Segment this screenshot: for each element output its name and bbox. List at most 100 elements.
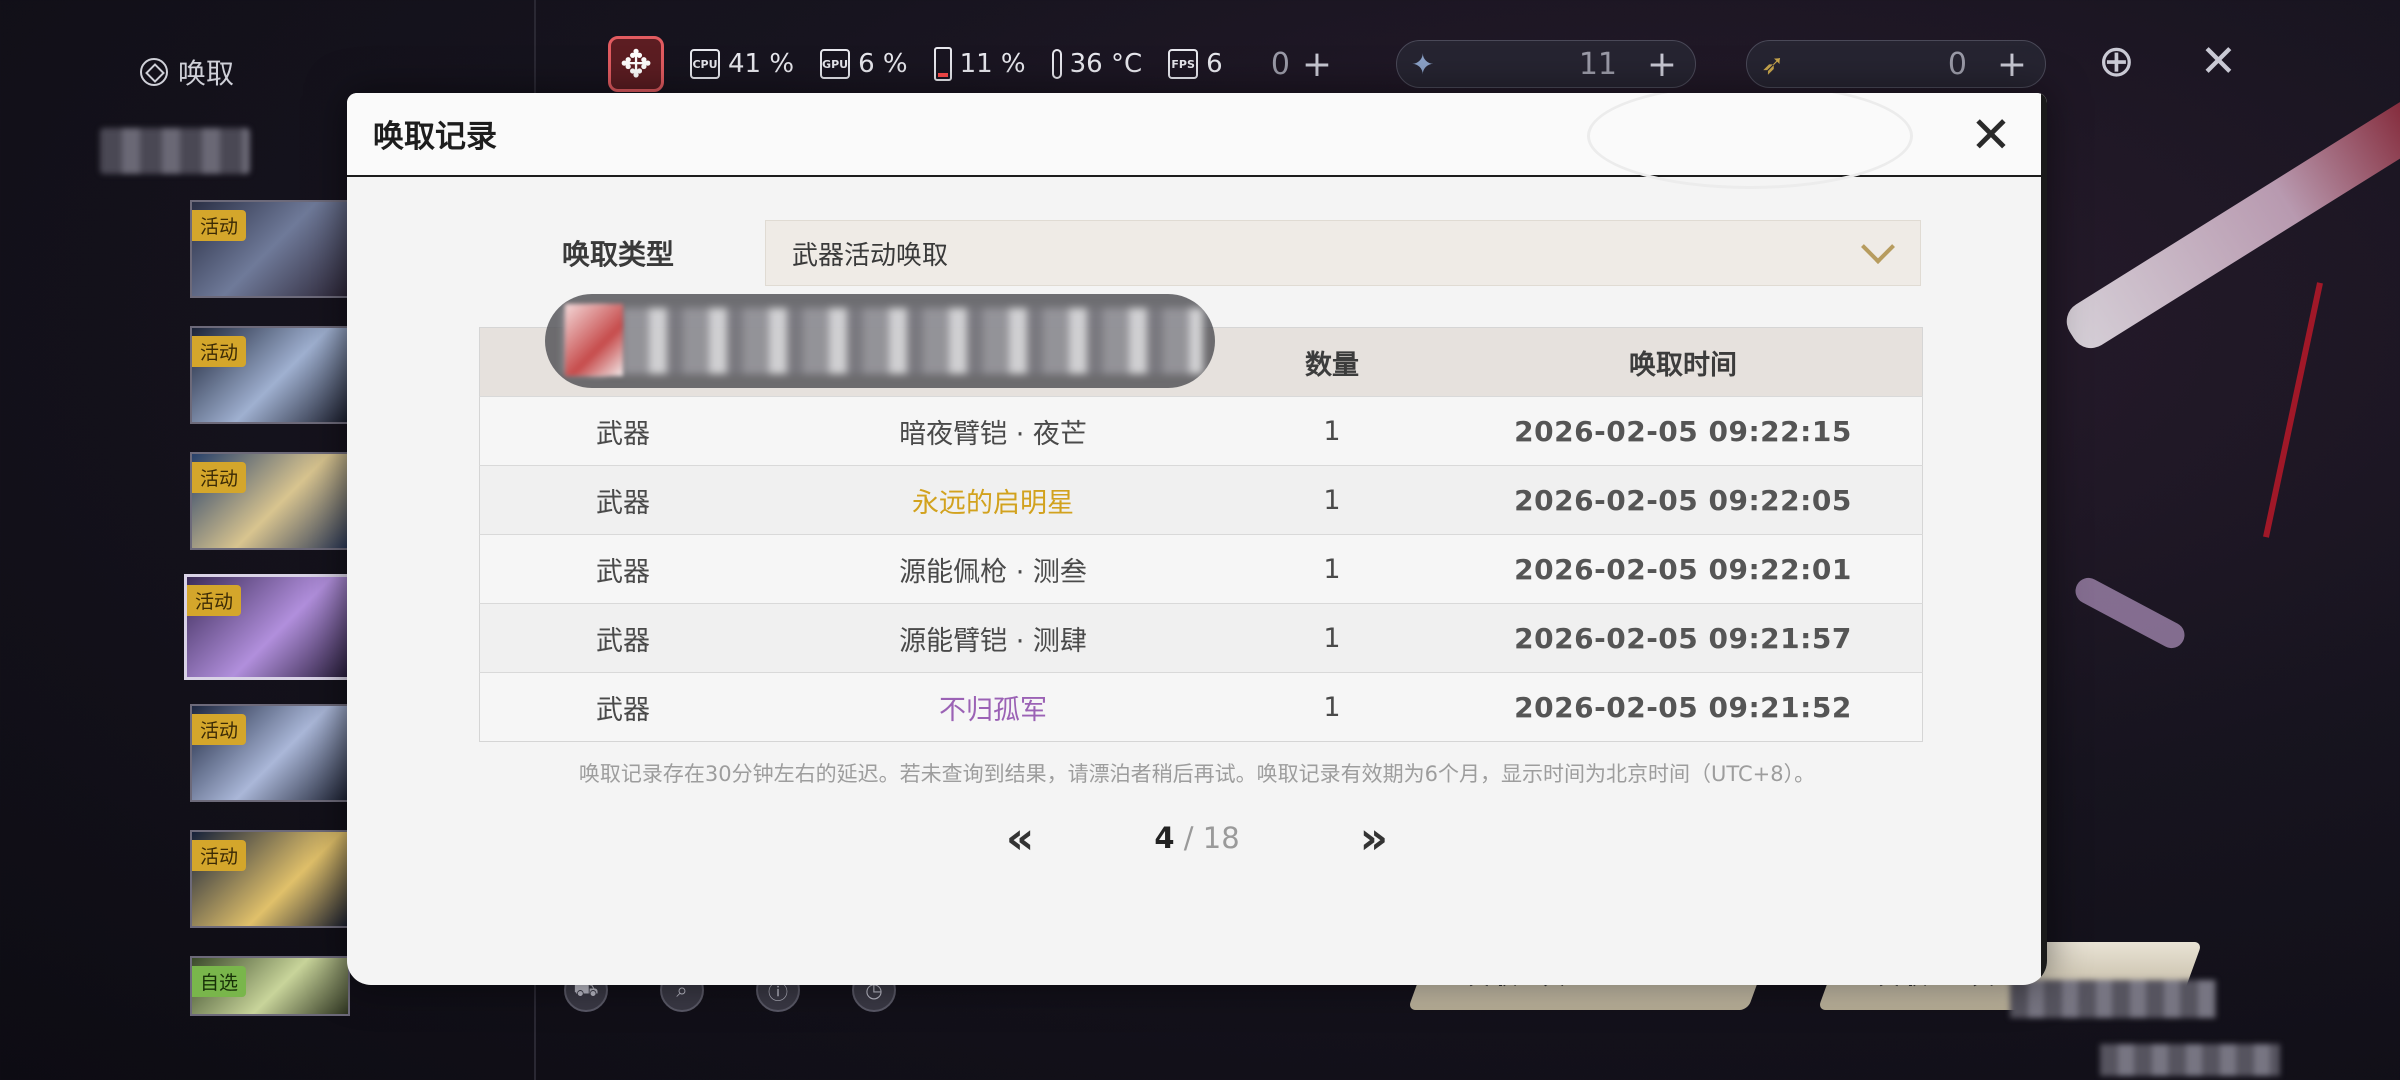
row-qty: 1 (1220, 672, 1444, 742)
banner-tag: 活动 (192, 840, 247, 871)
convene-type-value: 武器活动唤取 (792, 240, 949, 271)
header-qty: 数量 (1220, 327, 1444, 397)
banner-item[interactable]: 活动 (190, 326, 350, 424)
chevron-down-icon (1861, 230, 1895, 264)
banner-tag: 活动 (192, 714, 247, 745)
convene-type-select[interactable]: 武器活动唤取 (765, 220, 1921, 286)
blurred-avatar (565, 304, 623, 376)
row-type: 武器 (479, 465, 766, 535)
currency-c-plus-button[interactable]: + (1997, 44, 2027, 85)
weapon-art-tip (2070, 573, 2190, 653)
currency-a-plus-button[interactable]: + (1302, 44, 1332, 85)
table-row: 武器 暗夜臂铠 · 夜芒 1 2026-02-05 09:22:15 (479, 396, 1923, 466)
temp-value: 36 °C (1069, 49, 1143, 79)
banner-item-selected[interactable]: 活动 (184, 574, 354, 680)
currency-b: ✦ 11 + (1396, 40, 1696, 88)
row-item-name: 永远的启明星 (766, 465, 1220, 535)
row-time: 2026-02-05 09:21:52 (1444, 672, 1923, 742)
page-indicator: 4 / 18 (1154, 821, 1239, 855)
blurred-area (2010, 980, 2216, 1018)
gpu-stat: GPU 6 % (820, 49, 908, 79)
gpu-icon: GPU (820, 49, 851, 79)
blurred-player-name (100, 128, 250, 174)
convene-header: 唤取 (140, 52, 234, 92)
row-time: 2026-02-05 09:22:05 (1444, 465, 1923, 535)
blurred-area (2100, 1044, 2280, 1076)
close-icon[interactable]: ✕ (1965, 106, 2017, 164)
row-type: 武器 (479, 672, 766, 742)
row-time: 2026-02-05 09:22:01 (1444, 534, 1923, 604)
table-row: 武器 不归孤军 1 2026-02-05 09:21:52 (479, 672, 1923, 742)
row-qty: 1 (1220, 465, 1444, 535)
radiant-tide-icon: ➶ (1761, 47, 1785, 81)
delay-notice: 唤取记录存在30分钟左右的延迟。若未查询到结果，请漂泊者稍后再试。唤取记录有效期… (578, 762, 1816, 786)
banner-item[interactable]: 活动 (190, 200, 350, 298)
astrite-icon: ✦ (1411, 47, 1435, 81)
banner-item[interactable]: 活动 (190, 830, 350, 928)
table-row: 武器 源能佩枪 · 测叁 1 2026-02-05 09:22:01 (479, 534, 1923, 604)
convene-icon (140, 58, 168, 86)
header-time: 唤取时间 (1444, 327, 1923, 397)
banner-item[interactable]: 活动 (190, 452, 350, 550)
battery-icon (933, 47, 952, 81)
cpu-stat: CPU 41 % (690, 49, 794, 79)
battery-stat: 11 % (933, 47, 1026, 81)
currency-b-value: 11 (1578, 46, 1617, 82)
gpu-value: 6 % (858, 49, 908, 79)
row-item-name: 暗夜臂铠 · 夜芒 (766, 396, 1220, 466)
currency-b-plus-button[interactable]: + (1647, 44, 1677, 85)
banner-item[interactable]: 活动 (190, 704, 350, 802)
fps-stat: FPS 6 (1168, 49, 1223, 79)
row-qty: 1 (1220, 603, 1444, 673)
convene-title: 唤取 (178, 57, 235, 90)
fps-icon: FPS (1168, 49, 1199, 79)
weapon-tassel (2263, 282, 2323, 538)
convene-history-dialog: 唤取记录 ✕ 唤取类型 武器活动唤取 数量 唤取时间 武器 暗夜臂铠 · 夜芒 … (347, 93, 2047, 985)
row-type: 武器 (479, 534, 766, 604)
prev-page-icon[interactable]: « (1006, 813, 1034, 864)
total-pages: 18 (1202, 821, 1240, 855)
row-qty: 1 (1220, 534, 1444, 604)
row-time: 2026-02-05 09:21:57 (1444, 603, 1923, 673)
target-icon[interactable]: ⊕ (2098, 36, 2135, 87)
currency-a: 0 + (1230, 40, 1350, 88)
next-page-icon[interactable]: » (1360, 813, 1388, 864)
battery-value: 11 % (959, 49, 1026, 79)
row-type: 武器 (479, 603, 766, 673)
thermometer-icon (1051, 49, 1062, 79)
history-table: 数量 唤取时间 武器 暗夜臂铠 · 夜芒 1 2026-02-05 09:22:… (479, 327, 1923, 742)
banner-tag: 活动 (192, 462, 247, 493)
move-icon[interactable]: ✥ (608, 36, 664, 92)
dialog-title: 唤取记录 (373, 119, 497, 155)
row-time: 2026-02-05 09:22:15 (1444, 396, 1923, 466)
fps-value: 6 (1206, 49, 1223, 79)
pagination: « 4 / 18 » (347, 813, 2047, 864)
blurred-overlay-toast (545, 294, 1215, 388)
row-qty: 1 (1220, 396, 1444, 466)
banner-tag: 自选 (192, 966, 247, 997)
dialog-header: 唤取记录 ✕ (347, 93, 2047, 189)
table-row: 武器 源能臂铠 · 测肆 1 2026-02-05 09:21:57 (479, 603, 1923, 673)
cpu-icon: CPU (690, 49, 720, 79)
page-separator: / (1174, 821, 1203, 855)
weapon-art (2059, 92, 2400, 356)
row-type: 武器 (479, 396, 766, 466)
cpu-value: 41 % (728, 49, 795, 79)
exit-icon[interactable]: ✕ (2200, 36, 2237, 87)
banner-item[interactable]: 自选 (190, 956, 350, 1016)
temp-stat: 36 °C (1051, 49, 1143, 79)
blurred-text (563, 308, 1203, 374)
row-item-name: 源能臂铠 · 测肆 (766, 603, 1220, 673)
current-page: 4 (1154, 821, 1175, 855)
row-item-name: 源能佩枪 · 测叁 (766, 534, 1220, 604)
currency-a-value: 0 (1270, 46, 1290, 82)
currency-c: ➶ 0 + (1746, 40, 2046, 88)
currency-c-value: 0 (1947, 46, 1967, 82)
convene-type-label: 唤取类型 (562, 238, 675, 271)
header-decoration (1587, 93, 1913, 189)
banner-tag: 活动 (187, 585, 242, 616)
banner-tag: 活动 (192, 210, 247, 241)
row-item-name: 不归孤军 (766, 672, 1220, 742)
table-row: 武器 永远的启明星 1 2026-02-05 09:22:05 (479, 465, 1923, 535)
banner-tag: 活动 (192, 336, 247, 367)
